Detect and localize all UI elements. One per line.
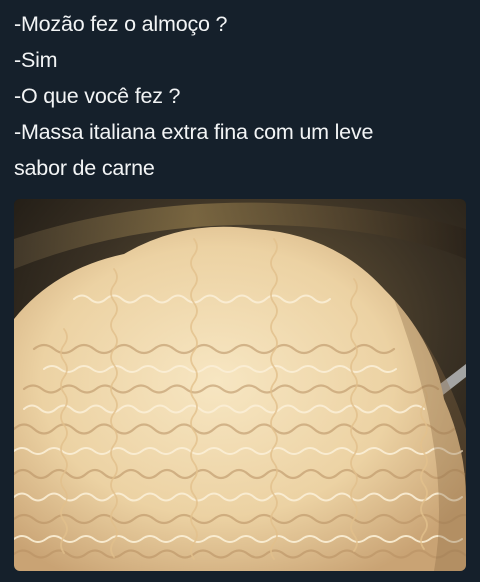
meme-caption: -Mozão fez o almoço ? -Sim -O que você f…	[14, 6, 470, 186]
dialogue-line-4: -Massa italiana extra fina com um leve	[14, 120, 374, 144]
dialogue-line-5: sabor de carne	[14, 156, 155, 180]
dialogue-line-2: -Sim	[14, 48, 58, 72]
dialogue-line-3: -O que você fez ?	[14, 84, 181, 108]
dialogue-line-1: -Mozão fez o almoço ?	[14, 12, 228, 36]
noodles-illustration	[14, 199, 466, 571]
noodles-photo	[14, 199, 466, 571]
